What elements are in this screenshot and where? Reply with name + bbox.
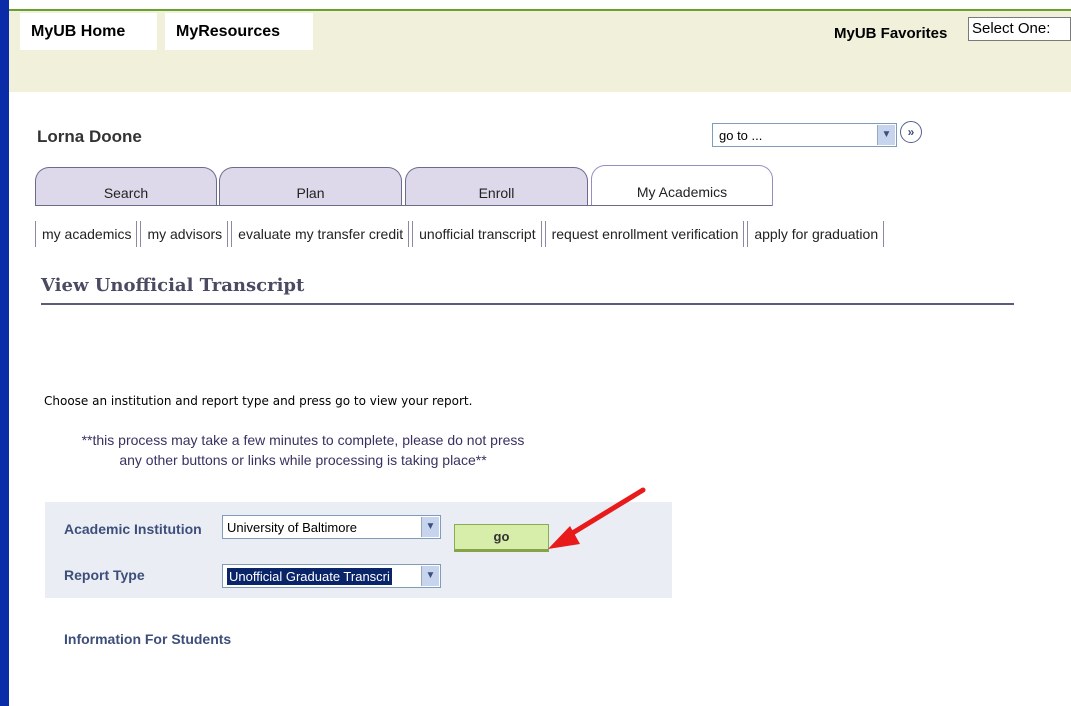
- goto-select-value: go to ...: [719, 128, 763, 143]
- left-border-bar: [0, 0, 9, 706]
- subnav-my-academics[interactable]: my academics: [35, 221, 138, 247]
- page-title: View Unofficial Transcript: [41, 275, 305, 296]
- sub-navigation: my academics my advisors evaluate my tra…: [35, 221, 887, 247]
- processing-warning: **this process may take a few minutes to…: [55, 430, 551, 470]
- tab-plan[interactable]: Plan: [219, 167, 402, 206]
- myresources-tab[interactable]: MyResources: [165, 13, 313, 50]
- favorites-label: MyUB Favorites: [834, 25, 948, 42]
- academic-institution-value: University of Baltimore: [227, 520, 358, 535]
- report-type-label: Report Type: [64, 567, 145, 583]
- tab-my-academics[interactable]: My Academics: [591, 165, 773, 206]
- chevron-down-icon[interactable]: ▼: [877, 125, 895, 145]
- title-divider: [41, 303, 1014, 305]
- favorites-select[interactable]: Select One:: [968, 17, 1071, 41]
- subnav-request-enrollment-verification[interactable]: request enrollment verification: [544, 221, 745, 247]
- double-chevron-right-icon[interactable]: »: [900, 121, 922, 143]
- tab-enroll[interactable]: Enroll: [405, 167, 588, 206]
- myub-home-tab[interactable]: MyUB Home: [20, 13, 157, 50]
- warning-line-2: any other buttons or links while process…: [119, 452, 487, 468]
- instructions-text: Choose an institution and report type an…: [44, 394, 473, 408]
- subnav-unofficial-transcript[interactable]: unofficial transcript: [412, 221, 542, 247]
- tab-search[interactable]: Search: [35, 167, 217, 206]
- academic-institution-select[interactable]: University of Baltimore ▼: [222, 515, 441, 539]
- tab-baseline: [35, 205, 772, 206]
- favorites-select-value: Select One:: [972, 20, 1051, 37]
- information-for-students-link[interactable]: Information For Students: [64, 631, 231, 647]
- chevron-down-icon[interactable]: ▼: [421, 517, 439, 537]
- goto-select[interactable]: go to ... ▼: [712, 123, 897, 147]
- subnav-my-advisors[interactable]: my advisors: [140, 221, 229, 247]
- academic-institution-label: Academic Institution: [64, 521, 202, 537]
- chevron-down-icon[interactable]: ▼: [421, 566, 439, 586]
- user-name: Lorna Doone: [37, 127, 142, 146]
- warning-line-1: **this process may take a few minutes to…: [81, 432, 525, 448]
- report-type-select[interactable]: Unofficial Graduate Transcri ▼: [222, 564, 441, 588]
- go-button[interactable]: go: [454, 524, 549, 552]
- subnav-evaluate-transfer-credit[interactable]: evaluate my transfer credit: [231, 221, 410, 247]
- subnav-apply-for-graduation[interactable]: apply for graduation: [747, 221, 885, 247]
- red-arrow-annotation: [548, 487, 646, 549]
- report-type-value: Unofficial Graduate Transcri: [227, 568, 392, 585]
